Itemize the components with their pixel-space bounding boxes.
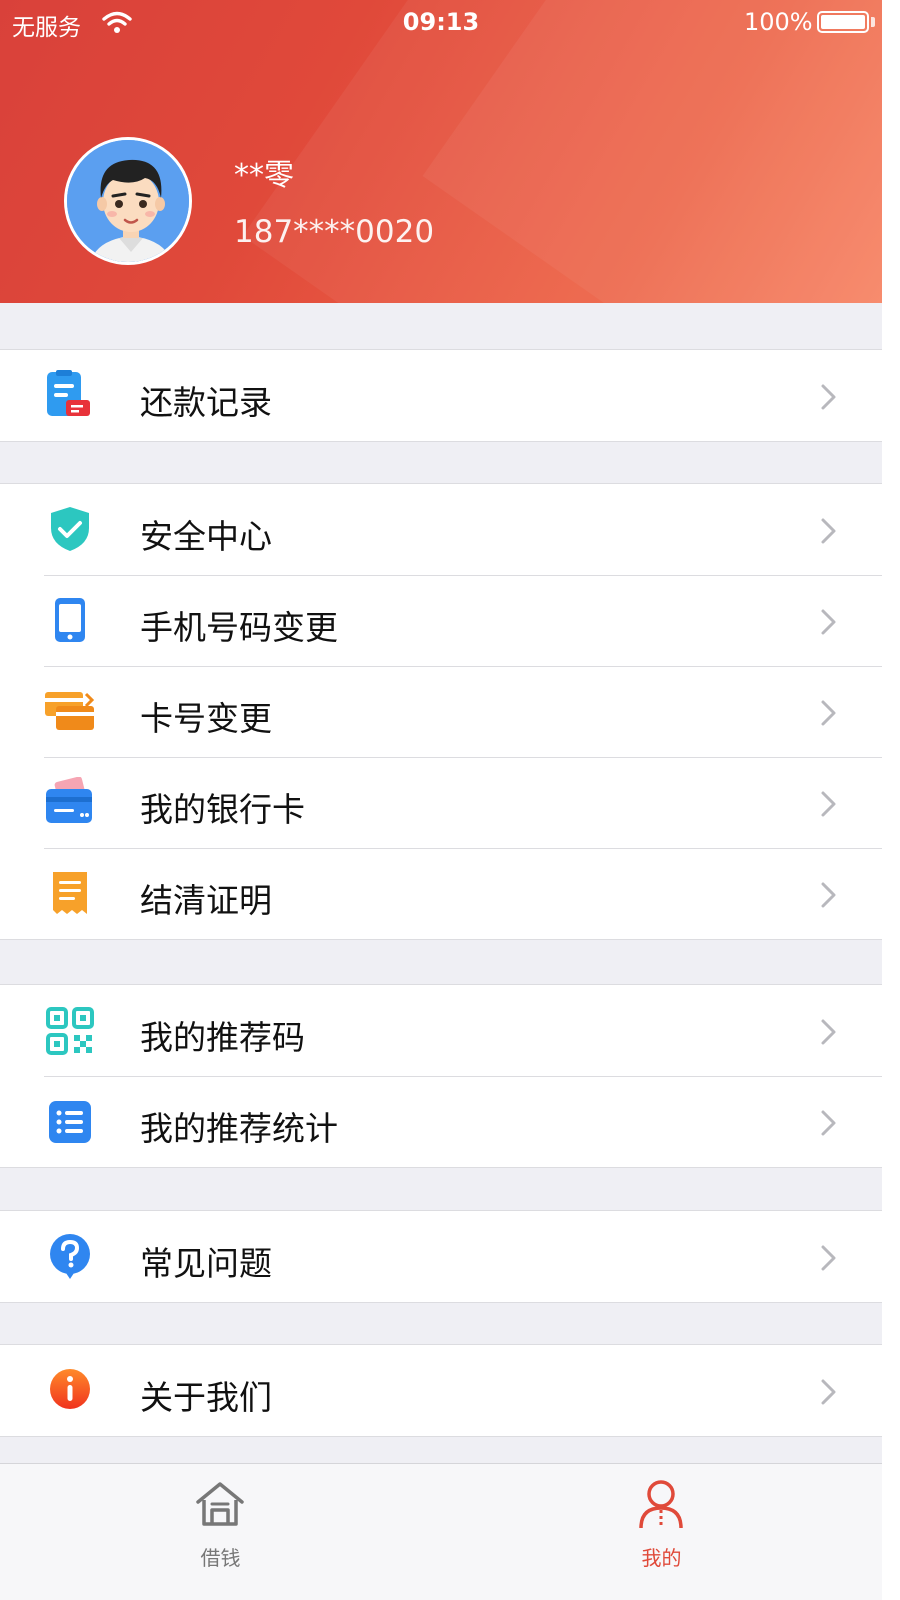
chevron-right-icon	[821, 384, 836, 410]
question-icon	[50, 1234, 90, 1279]
shield-icon	[51, 507, 89, 551]
chevron-right-icon	[821, 791, 836, 817]
menu-item-label: 安全中心	[140, 517, 272, 556]
list-icon	[49, 1101, 91, 1143]
menu-item-label: 结清证明	[140, 881, 272, 920]
menu-item-repay-record[interactable]: 还款记录	[0, 350, 882, 441]
phone-icon	[55, 598, 85, 642]
menu-group-about: 关于我们	[0, 1344, 882, 1437]
chevron-right-icon	[821, 609, 836, 635]
menu-item-label: 还款记录	[140, 383, 272, 422]
menu-item-referral-code[interactable]: 我的推荐码	[0, 985, 882, 1076]
user-name: **零	[234, 158, 294, 193]
menu-item-faq[interactable]: 常见问题	[0, 1211, 882, 1302]
chevron-right-icon	[821, 1379, 836, 1405]
qr-code-icon	[46, 1007, 94, 1055]
menu-item-label: 我的推荐码	[140, 1018, 305, 1057]
receipt-icon	[53, 872, 87, 914]
menu-item-about-us[interactable]: 关于我们	[0, 1345, 882, 1436]
screen-edge	[882, 0, 900, 1600]
chevron-right-icon	[821, 1110, 836, 1136]
card-swap-icon	[45, 692, 95, 730]
battery-icon	[817, 11, 869, 33]
menu-item-label: 我的推荐统计	[140, 1109, 338, 1148]
menu-item-security-center[interactable]: 安全中心	[0, 484, 882, 575]
battery-percent: 100%	[744, 8, 813, 36]
menu-item-card-change[interactable]: 卡号变更	[0, 666, 882, 757]
person-icon	[639, 1480, 683, 1529]
house-icon	[196, 1482, 244, 1526]
chevron-right-icon	[821, 700, 836, 726]
menu-item-my-bank-card[interactable]: 我的银行卡	[0, 757, 882, 848]
status-bar: 无服务 09:13 100%	[0, 0, 882, 44]
tab-mine[interactable]: 我的	[441, 1464, 882, 1600]
battery-tip	[871, 17, 875, 27]
menu-item-label: 关于我们	[140, 1378, 272, 1417]
menu-group-faq: 常见问题	[0, 1210, 882, 1303]
bank-card-icon	[46, 777, 92, 823]
repay-record-icon	[47, 370, 90, 416]
chevron-right-icon	[821, 1245, 836, 1271]
menu-item-label: 我的银行卡	[140, 790, 305, 829]
tab-label: 我的	[641, 1546, 682, 1570]
avatar-illustration	[67, 140, 189, 262]
avatar[interactable]	[64, 137, 192, 265]
menu-item-label: 常见问题	[140, 1244, 272, 1283]
tab-label: 借钱	[200, 1546, 241, 1570]
menu-item-label: 手机号码变更	[140, 608, 338, 647]
menu-item-referral-stats[interactable]: 我的推荐统计	[0, 1076, 882, 1167]
chevron-right-icon	[821, 518, 836, 544]
info-icon	[50, 1369, 90, 1409]
menu-group-records: 还款记录	[0, 349, 882, 442]
menu-item-label: 卡号变更	[140, 699, 272, 738]
tab-bar: 借钱 我的	[0, 1463, 882, 1600]
menu-item-settlement-proof[interactable]: 结清证明	[0, 848, 882, 939]
menu-group-account: 安全中心 手机号码变更 卡号变更 我的银行卡 结清证明	[0, 483, 882, 940]
menu-item-phone-change[interactable]: 手机号码变更	[0, 575, 882, 666]
user-phone: 187****0020	[234, 214, 435, 250]
chevron-right-icon	[821, 1019, 836, 1045]
tab-borrow[interactable]: 借钱	[0, 1464, 441, 1600]
profile-header: 无服务 09:13 100% **零 187****0020	[0, 0, 882, 303]
menu-group-referral: 我的推荐码 我的推荐统计	[0, 984, 882, 1168]
chevron-right-icon	[821, 882, 836, 908]
